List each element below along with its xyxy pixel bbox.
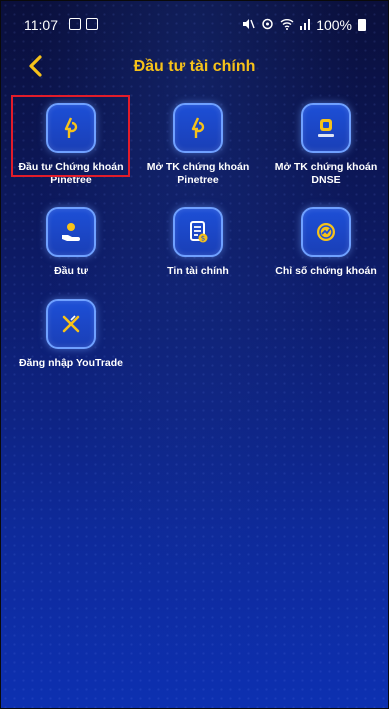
header-bar: Đầu tư tài chính: [1, 47, 388, 85]
tile-label: Đăng nhập YouTrade: [18, 357, 124, 369]
page-title: Đầu tư tài chính: [133, 58, 256, 75]
youtrade-logo-icon: [46, 299, 96, 349]
tile-label: Đầu tư Chứng khoán Pinetree: [18, 161, 124, 186]
status-time: 11:07: [24, 17, 58, 33]
tile-invest[interactable]: Đầu tư: [11, 207, 131, 278]
tile-stock-index[interactable]: Chỉ số chứng khoán: [266, 207, 386, 278]
status-indicators: 100%: [242, 17, 366, 33]
dnse-logo-icon: [301, 103, 351, 153]
pinetree-logo-icon: [173, 103, 223, 153]
financial-news-icon: $: [173, 207, 223, 257]
stock-index-icon: [301, 207, 351, 257]
mute-icon: [242, 17, 255, 33]
svg-text:$: $: [201, 235, 205, 243]
status-bar: 11:07 100%: [1, 1, 388, 35]
tile-label: Mở TK chứng khoán Pinetree: [146, 161, 250, 186]
pinetree-logo-icon: [46, 103, 96, 153]
hotspot-icon: [261, 17, 274, 33]
tile-invest-securities-pinetree[interactable]: Đầu tư Chứng khoán Pinetree: [11, 103, 131, 187]
tile-login-youtrade[interactable]: Đăng nhập YouTrade: [11, 299, 131, 370]
gallery-notification-icon: [69, 18, 81, 30]
tile-open-account-dnse[interactable]: Mở TK chứng khoán DNSE: [266, 103, 386, 187]
tile-financial-news[interactable]: $ Tin tài chính: [138, 207, 258, 278]
tile-label: Chỉ số chứng khoán: [275, 265, 377, 277]
battery-icon: [358, 19, 366, 31]
tile-label: Mở TK chứng khoán DNSE: [274, 161, 378, 186]
tile-open-account-pinetree[interactable]: Mở TK chứng khoán Pinetree: [138, 103, 258, 187]
hand-coin-icon: [46, 207, 96, 257]
battery-percent: 100%: [316, 17, 352, 33]
signal-icon: [300, 17, 311, 33]
wifi-icon: [280, 17, 294, 33]
tile-label: Tin tài chính: [167, 265, 229, 277]
app-screen: 11:07 100% Đầu tư tài chính Đầu tư Chứng…: [0, 0, 389, 709]
tile-label: Đầu tư: [54, 265, 88, 277]
checkbox-notification-icon: [86, 18, 98, 30]
